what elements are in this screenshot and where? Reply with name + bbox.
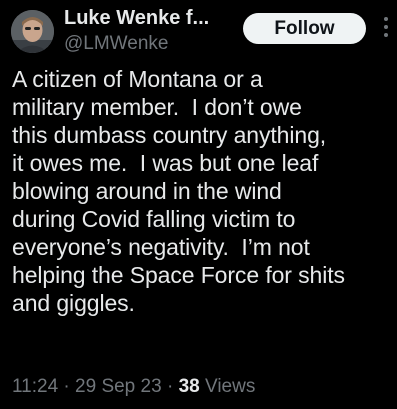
- tweet-text: A citizen of Montana or a military membe…: [12, 66, 345, 316]
- more-vertical-icon[interactable]: [383, 16, 389, 38]
- avatar[interactable]: [11, 10, 54, 53]
- tweet-time[interactable]: 11:24: [12, 376, 58, 397]
- tweet-meta: 11:24 · 29 Sep 23 · 38 Views: [12, 375, 255, 399]
- tweet-date[interactable]: 29 Sep 23: [75, 376, 162, 397]
- author-display-name[interactable]: Luke Wenke f...: [64, 6, 209, 30]
- views-count: 38: [178, 376, 200, 397]
- views-label: Views: [204, 376, 256, 397]
- meta-separator: ·: [58, 376, 76, 397]
- follow-button[interactable]: Follow: [243, 13, 366, 44]
- avatar-photo: [11, 10, 54, 53]
- author-handle[interactable]: @LMWenke: [64, 32, 168, 56]
- meta-separator: ·: [161, 376, 179, 397]
